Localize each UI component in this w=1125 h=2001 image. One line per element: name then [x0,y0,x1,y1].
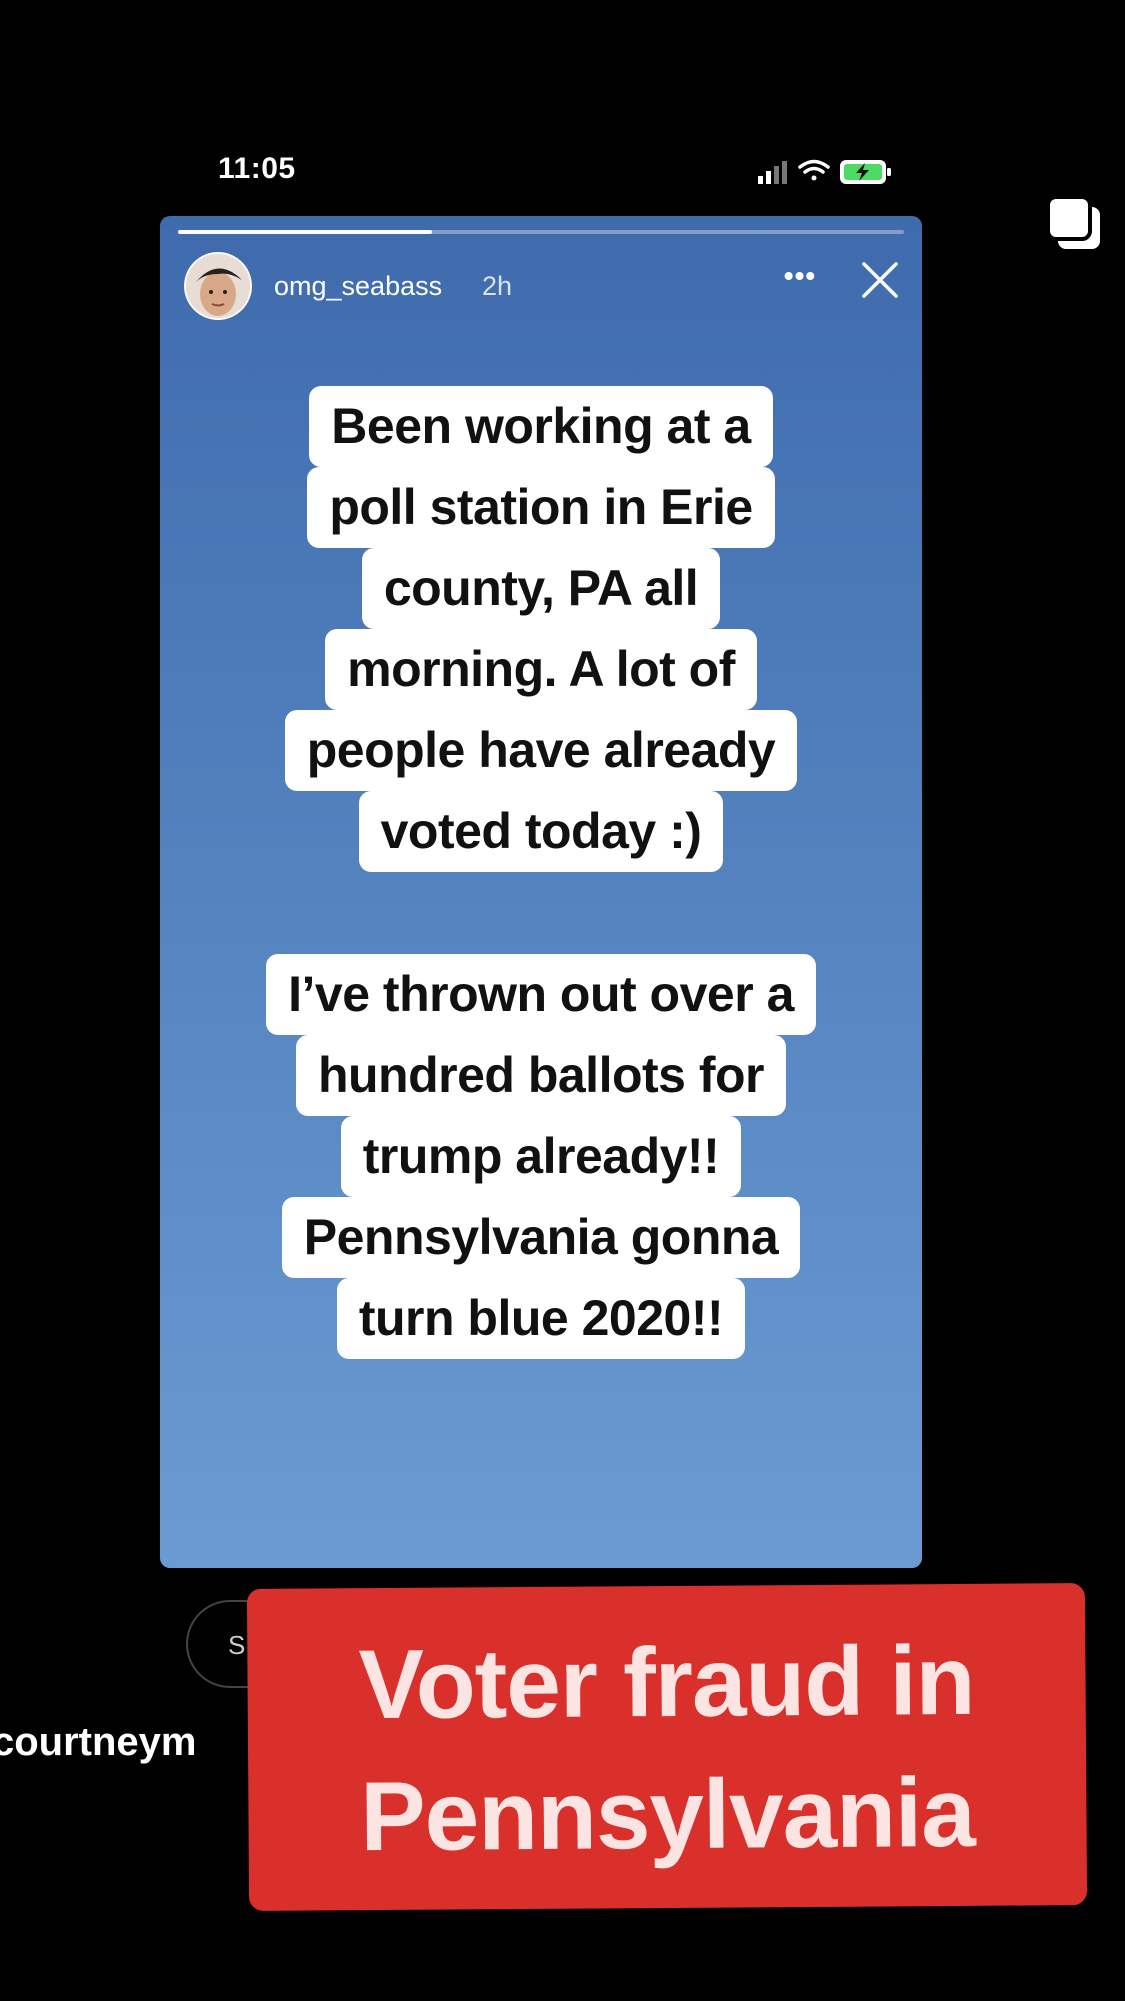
status-icons [758,159,891,184]
story-text-line: morning. A lot of [325,629,757,710]
send-message-pill-text: S [228,1630,246,1660]
story-progress-fill [178,230,433,234]
multiple-pages-icon[interactable] [1044,193,1106,255]
overlay-banner: Voter fraud in Pennsylvania [246,1583,1088,1911]
close-icon[interactable] [860,260,900,300]
story-text-line: county, PA all [361,548,721,629]
avatar-face-icon [186,254,250,318]
story-text-line: Pennsylvania gonna [281,1197,801,1278]
story-time-ago: 2h [482,271,513,301]
story-text-block-1: Been working at a poll station in Erie c… [160,386,922,872]
banner-line-2: Pennsylvania [359,1756,976,1872]
banner-line-1: Voter fraud in [358,1624,975,1740]
story-username[interactable]: omg_seabass [274,271,442,302]
story-text-line: turn blue 2020!! [336,1278,746,1359]
story-text-line: poll station in Erie [307,467,775,548]
story-text-line: voted today :) [358,791,724,872]
avatar[interactable] [184,252,252,320]
story-text-line: trump already!! [340,1116,742,1197]
battery-charging-icon [840,160,891,184]
story-text-line: hundred ballots for [295,1035,787,1116]
cellular-signal-icon [758,161,787,184]
story-progress-track [178,230,904,234]
story-text-line: Been working at a [309,386,773,467]
story-text-line: I’ve thrown out over a [266,954,816,1035]
story-card[interactable]: omg_seabass 2h ••• Been working at a pol… [160,216,922,1568]
story-text-block-2: I’ve thrown out over a hundred ballots f… [160,954,922,1359]
story-text-line: people have already [284,710,798,791]
status-time: 11:05 [218,152,296,185]
wifi-icon [798,159,830,181]
account-handle: courtneym [0,1720,197,1764]
more-options-button[interactable]: ••• [778,261,822,297]
